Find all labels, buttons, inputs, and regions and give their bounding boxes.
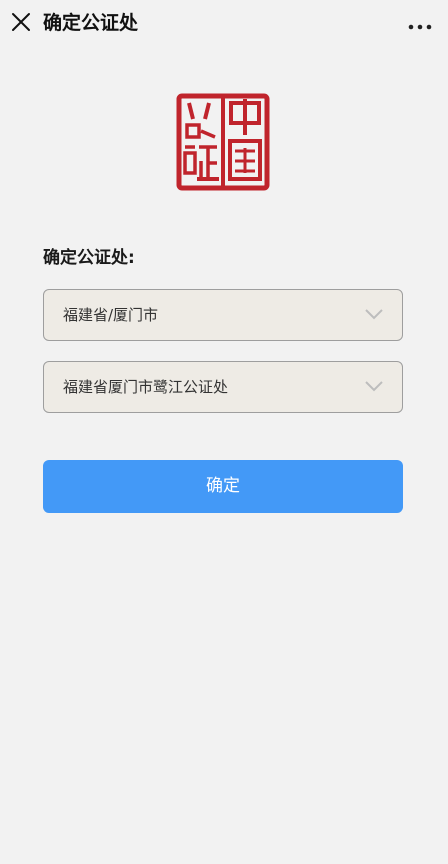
more-button[interactable]	[408, 17, 432, 30]
notary-office-select[interactable]: 福建省厦门市鹭江公证处	[43, 361, 403, 413]
close-button[interactable]	[10, 11, 32, 33]
more-icon	[408, 24, 432, 30]
section-label: 确定公证处:	[43, 248, 135, 268]
top-bar: 确定公证处	[0, 0, 448, 46]
office-select-value: 福建省厦门市鹭江公证处	[63, 378, 229, 396]
seal-icon	[176, 93, 270, 191]
region-select-value: 福建省/厦门市	[63, 306, 159, 324]
chevron-down-icon	[365, 309, 383, 320]
confirm-button[interactable]: 确定	[43, 460, 403, 513]
notary-seal-logo	[175, 93, 271, 191]
page-title: 确定公证处	[43, 12, 139, 34]
region-select[interactable]: 福建省/厦门市	[43, 289, 403, 341]
chevron-down-icon	[365, 381, 383, 392]
close-icon	[12, 13, 30, 31]
